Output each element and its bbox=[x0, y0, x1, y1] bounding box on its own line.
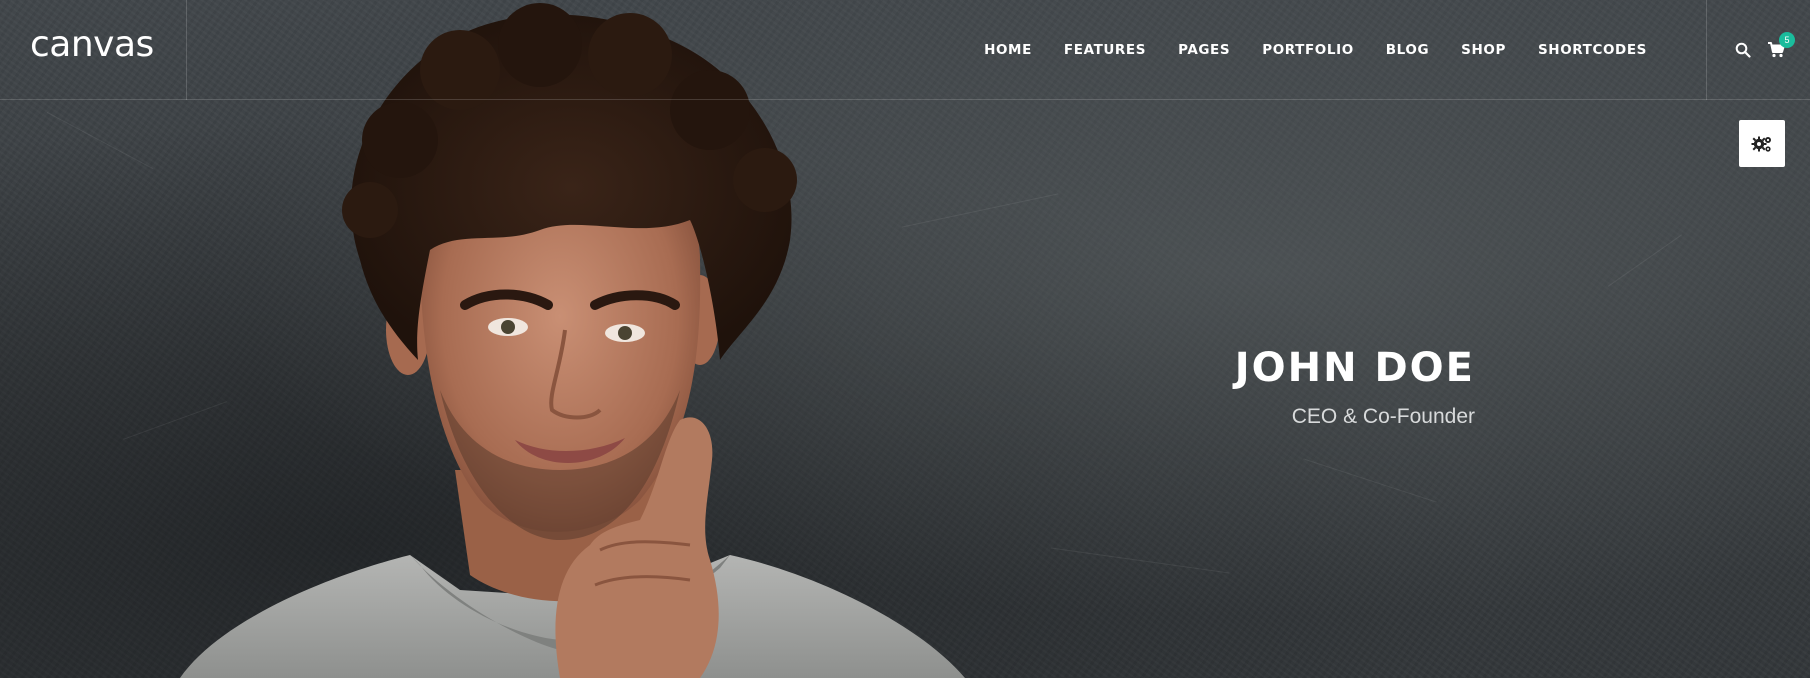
nav-item-home[interactable]: HOME bbox=[968, 42, 1048, 58]
cart-count-badge: 5 bbox=[1779, 32, 1795, 48]
nav-item-shortcodes[interactable]: SHORTCODES bbox=[1522, 42, 1663, 58]
portrait-image bbox=[180, 3, 965, 678]
logo-container: canvas bbox=[0, 0, 187, 100]
nav-item-portfolio[interactable]: PORTFOLIO bbox=[1246, 42, 1370, 58]
main-nav: HOME FEATURES PAGES PORTFOLIO BLOG SHOP … bbox=[968, 0, 1663, 100]
hero-caption: JOHN DOE CEO & Co-Founder bbox=[1235, 345, 1475, 429]
nav-item-shop[interactable]: SHOP bbox=[1445, 42, 1522, 58]
person-name: JOHN DOE bbox=[1234, 345, 1475, 391]
gears-icon bbox=[1751, 136, 1771, 152]
settings-panel-button[interactable] bbox=[1739, 120, 1785, 167]
site-header: canvas HOME FEATURES PAGES PORTFOLIO BLO… bbox=[0, 0, 1810, 100]
nav-item-features[interactable]: FEATURES bbox=[1048, 42, 1162, 58]
search-icon[interactable] bbox=[1735, 42, 1751, 58]
nav-item-pages[interactable]: PAGES bbox=[1162, 42, 1246, 58]
header-tools: 5 bbox=[1706, 0, 1810, 100]
nav-item-blog[interactable]: BLOG bbox=[1370, 42, 1445, 58]
person-role: CEO & Co-Founder bbox=[1291, 405, 1475, 428]
logo[interactable]: canvas bbox=[30, 24, 154, 65]
